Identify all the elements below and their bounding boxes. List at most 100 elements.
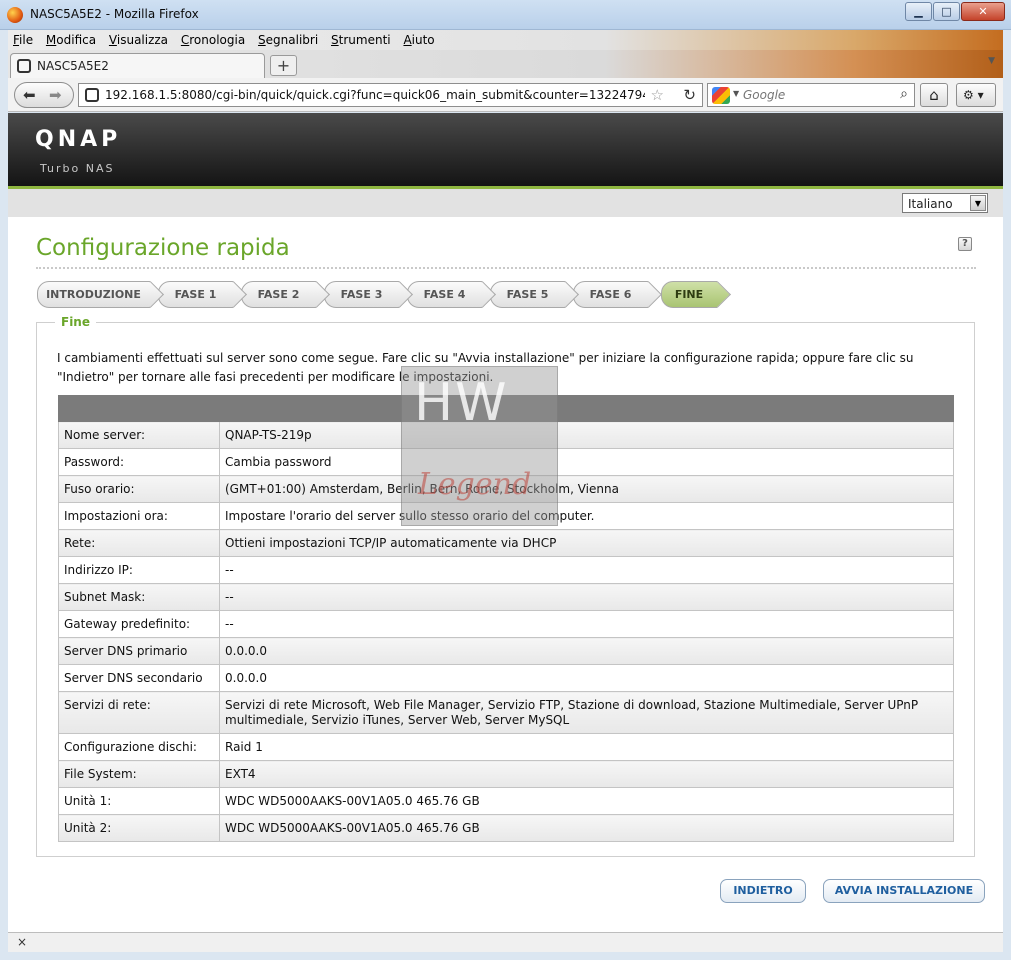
search-bar: ▼ ⌕ [707, 83, 915, 107]
row-key: Unità 2: [58, 814, 220, 842]
status-bar: × [8, 932, 1003, 952]
menu-bar: File Modifica Visualizza Cronologia Segn… [8, 30, 1003, 50]
language-select[interactable]: Italiano ▼ [902, 193, 988, 213]
turbo-nas-label: Turbo NAS [40, 162, 115, 175]
back-button[interactable]: INDIETRO [720, 879, 806, 903]
row-key: Server DNS secondario [58, 664, 220, 692]
menu-file[interactable]: File [13, 30, 33, 50]
row-key: Nome server: [58, 421, 220, 449]
table-row: Unità 1: WDC WD5000AAKS-00V1A05.0 465.76 … [58, 787, 954, 815]
row-value: Raid 1 [219, 733, 954, 761]
step-fase-5[interactable]: FASE 5 [490, 281, 565, 308]
help-icon[interactable]: ? [958, 237, 972, 251]
chevron-down-icon[interactable]: ▼ [970, 195, 986, 211]
language-selected: Italiano [908, 197, 953, 211]
close-findbar-icon[interactable]: × [17, 935, 27, 949]
step-fase-1[interactable]: FASE 1 [158, 281, 233, 308]
url-input[interactable] [105, 87, 645, 103]
back-arrow-icon[interactable]: ⬅ [23, 86, 36, 104]
addon-button[interactable]: ⚙ ▾ [956, 83, 996, 107]
row-value: -- [219, 556, 954, 584]
menu-cronologia[interactable]: Cronologia [181, 30, 245, 50]
row-value: EXT4 [219, 760, 954, 788]
search-input[interactable] [743, 88, 888, 102]
maximize-icon[interactable]: □ [933, 2, 960, 21]
row-key: Fuso orario: [58, 475, 220, 503]
qnap-header: QNAP Turbo NAS [8, 113, 1003, 186]
table-row: Rete: Ottieni impostazioni TCP/IP automat… [58, 529, 954, 557]
menu-segnalibri[interactable]: Segnalibri [258, 30, 318, 50]
new-tab-button[interactable]: + [270, 55, 297, 76]
engine-dropdown-icon[interactable]: ▼ [733, 89, 739, 98]
qnap-favicon-icon [17, 59, 31, 73]
web-page: QNAP Turbo NAS Italiano ▼ Configurazione… [8, 113, 1003, 932]
language-row: Italiano ▼ [8, 189, 1003, 217]
row-value: WDC WD5000AAKS-00V1A05.0 465.76 GB [219, 814, 954, 842]
menu-modifica[interactable]: Modifica [46, 30, 96, 50]
row-key: Servizi di rete: [58, 691, 220, 734]
step-fase-3[interactable]: FASE 3 [324, 281, 399, 308]
row-key: File System: [58, 760, 220, 788]
row-key: Password: [58, 448, 220, 476]
row-key: Impostazioni ora: [58, 502, 220, 530]
search-icon[interactable]: ⌕ [900, 86, 908, 102]
row-value: Ottieni impostazioni TCP/IP automaticame… [219, 529, 954, 557]
table-row: Server DNS secondario 0.0.0.0 [58, 664, 954, 692]
tab-label: NASC5A5E2 [37, 59, 109, 73]
window-controls: ▁ □ ✕ [905, 2, 1005, 21]
back-forward-group: ⬅ ➡ [14, 82, 74, 108]
table-row: File System: EXT4 [58, 760, 954, 788]
row-value: 0.0.0.0 [219, 637, 954, 665]
tab-nasc5a5e2[interactable]: NASC5A5E2 [10, 53, 265, 78]
menu-strumenti[interactable]: Strumenti [331, 30, 391, 50]
close-window-icon[interactable]: ✕ [961, 2, 1005, 21]
step-introduzione[interactable]: INTRODUZIONE [37, 281, 150, 308]
step-fase-2[interactable]: FASE 2 [241, 281, 316, 308]
row-key: Unità 1: [58, 787, 220, 815]
hwlegend-watermark: HW Legend [401, 366, 558, 526]
watermark-bottom: Legend [418, 467, 532, 502]
menu-aiuto[interactable]: Aiuto [403, 30, 434, 50]
window-title: NASC5A5E2 - Mozilla Firefox [30, 7, 199, 21]
qnap-logo: QNAP [35, 127, 122, 152]
row-key: Subnet Mask: [58, 583, 220, 611]
row-value: Impostare l'orario del server sullo stes… [219, 502, 954, 530]
table-row: Gateway predefinito: -- [58, 610, 954, 638]
tab-strip: NASC5A5E2 + ▼ [8, 50, 1003, 78]
firefox-icon [7, 7, 23, 23]
table-row: Unità 2: WDC WD5000AAKS-00V1A05.0 465.76 … [58, 814, 954, 842]
table-row: Indirizzo IP: -- [58, 556, 954, 584]
row-value: -- [219, 610, 954, 638]
page-title: Configurazione rapida [36, 235, 290, 261]
forward-arrow-icon[interactable]: ➡ [49, 86, 62, 104]
row-value: Cambia password [219, 448, 954, 476]
watermark-top: HW [414, 373, 509, 433]
google-engine-icon[interactable] [712, 87, 730, 104]
step-fine[interactable]: FINE [661, 281, 717, 308]
row-value: WDC WD5000AAKS-00V1A05.0 465.76 GB [219, 787, 954, 815]
list-tabs-icon[interactable]: ▼ [988, 56, 995, 66]
row-key: Indirizzo IP: [58, 556, 220, 584]
step-fase-4[interactable]: FASE 4 [407, 281, 482, 308]
fieldset-legend: Fine [55, 315, 96, 329]
navigation-toolbar: ⬅ ➡ ☆ ↻ ▼ ⌕ ⌂ ⚙ ▾ [8, 78, 1003, 112]
table-row: Servizi di rete: Servizi di rete Microsof… [58, 691, 954, 734]
site-identity-icon[interactable] [85, 88, 99, 102]
reload-icon[interactable]: ↻ [683, 86, 696, 104]
row-key: Rete: [58, 529, 220, 557]
table-row: Server DNS primario 0.0.0.0 [58, 637, 954, 665]
minimize-icon[interactable]: ▁ [905, 2, 932, 21]
window-titlebar: NASC5A5E2 - Mozilla Firefox ▁ □ ✕ [0, 0, 1011, 30]
row-value: (GMT+01:00) Amsterdam, Berlin, Bern, Rom… [219, 475, 954, 503]
bookmark-star-icon[interactable]: ☆ [651, 86, 664, 104]
table-row: Configurazione dischi: Raid 1 [58, 733, 954, 761]
step-fase-6[interactable]: FASE 6 [573, 281, 648, 308]
home-icon[interactable]: ⌂ [920, 83, 948, 107]
menu-visualizza[interactable]: Visualizza [109, 30, 168, 50]
url-bar: ☆ ↻ [78, 83, 703, 107]
row-value: 0.0.0.0 [219, 664, 954, 692]
start-installation-button[interactable]: AVVIA INSTALLAZIONE [823, 879, 985, 903]
title-divider [36, 267, 976, 269]
row-key: Gateway predefinito: [58, 610, 220, 638]
row-value: -- [219, 583, 954, 611]
